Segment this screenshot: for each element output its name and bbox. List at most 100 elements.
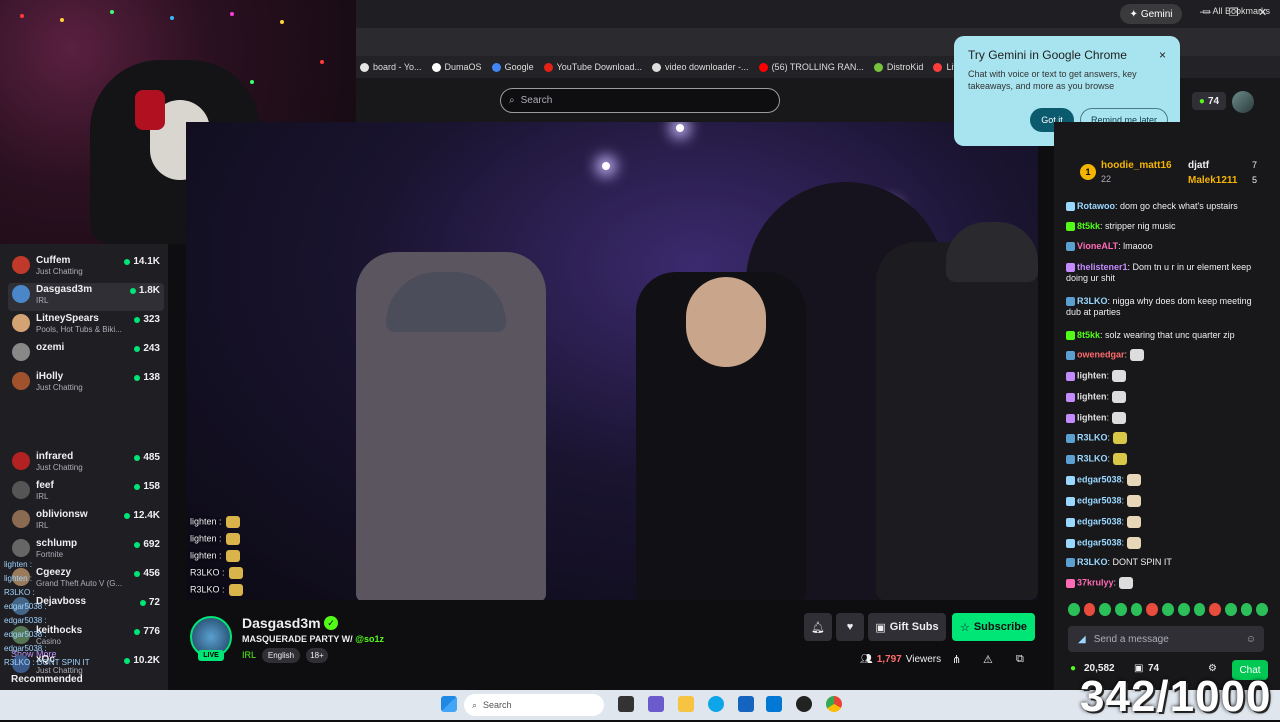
report-icon[interactable]: ⚠ bbox=[983, 653, 993, 666]
bookmark-item[interactable]: video downloader -... bbox=[652, 62, 749, 72]
outlook-icon[interactable] bbox=[766, 696, 782, 712]
file-explorer-icon[interactable] bbox=[678, 696, 694, 712]
close-icon[interactable]: × bbox=[1159, 48, 1166, 62]
chat-username[interactable]: thelistener1 bbox=[1077, 262, 1128, 272]
bookmark-item[interactable]: YouTube Download... bbox=[543, 62, 642, 72]
sidebar-channel-item[interactable]: oblivionsw IRL 12.4K bbox=[8, 508, 164, 536]
gift-subs-label: Gift Subs bbox=[889, 621, 939, 633]
emote-icon[interactable] bbox=[1193, 603, 1206, 616]
chat-text: : bbox=[1107, 432, 1111, 443]
chat-username[interactable]: lighten bbox=[1077, 391, 1107, 401]
edge-icon[interactable] bbox=[708, 696, 724, 712]
sidebar-channel-item[interactable]: infrared Just Chatting 485 bbox=[8, 450, 164, 478]
emote-icon bbox=[1112, 412, 1127, 424]
chat-input[interactable]: ◢ Send a message ☺ bbox=[1068, 626, 1264, 652]
avatar bbox=[12, 481, 30, 499]
chat-username[interactable]: R3LKO bbox=[1077, 432, 1108, 442]
emote-icon[interactable] bbox=[1068, 603, 1080, 616]
bookmark-label: (56) TROLLING RAN... bbox=[771, 62, 864, 72]
store-icon[interactable] bbox=[738, 696, 754, 712]
chat-message: VioneALT: lmaooo bbox=[1066, 241, 1262, 252]
gemini-button[interactable]: ✦ Gemini bbox=[1120, 4, 1182, 24]
stream-title: MASQUERADE PARTY W/ @so1z bbox=[242, 634, 384, 644]
all-bookmarks[interactable]: ▭ All Bookmarks bbox=[1202, 6, 1270, 17]
emote-icon bbox=[1119, 577, 1134, 589]
chat-username[interactable]: edgar5038 bbox=[1077, 537, 1122, 547]
chat-username[interactable]: 37krulyy bbox=[1077, 577, 1114, 587]
emoji-icon[interactable]: ☺ bbox=[1246, 634, 1256, 645]
bookmark-label: DistroKid bbox=[886, 62, 924, 72]
heart-icon[interactable]: ♥ bbox=[836, 613, 864, 641]
emote-icon[interactable] bbox=[1115, 603, 1127, 616]
emote-icon[interactable] bbox=[1130, 603, 1143, 616]
language-tag[interactable]: English bbox=[262, 648, 300, 663]
search-input[interactable]: ⌕ Search bbox=[500, 88, 780, 113]
emote-icon[interactable] bbox=[1083, 603, 1096, 616]
streamer-name[interactable]: Dasgasd3m bbox=[242, 615, 321, 631]
points-badge[interactable]: ● 74 bbox=[1192, 92, 1226, 110]
rating-tag[interactable]: 18+ bbox=[306, 648, 328, 663]
star-icon: ☆ bbox=[959, 621, 970, 634]
chrome-icon[interactable] bbox=[826, 696, 842, 712]
chat-username[interactable]: R3LKO bbox=[1077, 557, 1108, 567]
overlay-chat-line: R3LKO : bbox=[4, 588, 35, 597]
chat-username[interactable]: R3LKO bbox=[1077, 453, 1108, 463]
emote-icon bbox=[225, 533, 240, 545]
bookmark-item[interactable]: DumaOS bbox=[431, 62, 482, 72]
emote-icon[interactable] bbox=[1240, 603, 1253, 616]
sidebar-channel-item[interactable]: ozemi 243 bbox=[8, 341, 164, 369]
viewers-icon: 👥︎ bbox=[860, 654, 873, 665]
bookmark-item[interactable]: DistroKid bbox=[873, 62, 924, 72]
chat-username[interactable]: R3LKO bbox=[1077, 296, 1108, 306]
chat-username[interactable]: lighten bbox=[1077, 370, 1107, 380]
chat-username[interactable]: edgar5038 bbox=[1077, 516, 1122, 526]
channel-viewers: 1.8K bbox=[129, 285, 160, 296]
app-icon[interactable] bbox=[796, 696, 812, 712]
sidebar-channel-item[interactable]: LitneySpears Pools, Hot Tubs & Biki... 323 bbox=[8, 312, 164, 340]
chat-text: : bbox=[1113, 577, 1117, 588]
viewers-label: Viewers bbox=[905, 654, 942, 665]
popout-icon[interactable]: ⧉ bbox=[1016, 653, 1024, 666]
chat-username[interactable]: edgar5038 bbox=[1077, 474, 1122, 484]
bell-icon[interactable]: 🔔︎ bbox=[804, 613, 832, 641]
emote-icon[interactable] bbox=[1256, 603, 1268, 616]
bookmark-label: YouTube Download... bbox=[556, 62, 642, 72]
emote-icon[interactable] bbox=[1177, 603, 1190, 616]
bookmark-item[interactable]: board - Yo... bbox=[360, 62, 422, 72]
subscribe-button[interactable]: ☆ Subscribe bbox=[952, 613, 1035, 641]
stream-collab-link[interactable]: @so1z bbox=[355, 634, 384, 644]
windows-start-icon[interactable] bbox=[441, 696, 457, 712]
emote-icon[interactable] bbox=[1209, 603, 1221, 616]
chat-username[interactable]: 8t5kk bbox=[1077, 221, 1100, 231]
emote-icon[interactable] bbox=[1099, 603, 1112, 616]
chat-text: : bbox=[1121, 474, 1125, 485]
bookmark-item[interactable]: Google bbox=[491, 62, 534, 72]
live-dot-icon bbox=[134, 628, 141, 635]
emote-icon[interactable] bbox=[1146, 603, 1159, 616]
sidebar-channel-item[interactable]: Cuffem Just Chatting 14.1K bbox=[8, 254, 164, 282]
gift-subs-button[interactable]: ▣ Gift Subs bbox=[868, 613, 946, 641]
overlay-chat-line: lighten : bbox=[190, 533, 240, 545]
live-dot-icon bbox=[134, 345, 141, 352]
taskbar-search[interactable]: ⌕ Search bbox=[464, 694, 604, 716]
sidebar-channel-item[interactable]: Dasgasd3m IRL 1.8K bbox=[8, 283, 164, 311]
chat-username[interactable]: lighten bbox=[1077, 412, 1107, 422]
chat-username[interactable]: edgar5038 bbox=[1077, 495, 1122, 505]
video-player[interactable] bbox=[186, 122, 1038, 600]
sidebar-channel-item[interactable]: feef IRL 158 bbox=[8, 479, 164, 507]
search-placeholder: Search bbox=[520, 95, 553, 106]
avatar[interactable] bbox=[1232, 91, 1254, 113]
category-link[interactable]: IRL bbox=[242, 650, 256, 660]
share-icon[interactable]: ⋔ bbox=[952, 653, 961, 666]
emote-icon[interactable] bbox=[1162, 603, 1174, 616]
bookmark-item[interactable]: (56) TROLLING RAN... bbox=[758, 62, 864, 72]
chat-username[interactable]: 8t5kk bbox=[1077, 330, 1100, 340]
emote-icon[interactable] bbox=[1224, 603, 1237, 616]
all-bookmarks-label: All Bookmarks bbox=[1212, 6, 1270, 16]
task-view-icon[interactable] bbox=[618, 696, 634, 712]
sidebar-channel-item[interactable]: iHolly Just Chatting 138 bbox=[8, 370, 164, 398]
chat-username[interactable]: Rotawoo bbox=[1077, 201, 1115, 211]
chat-username[interactable]: owenedgar bbox=[1077, 349, 1125, 359]
teams-icon[interactable] bbox=[648, 696, 664, 712]
chat-username[interactable]: VioneALT bbox=[1077, 241, 1118, 251]
